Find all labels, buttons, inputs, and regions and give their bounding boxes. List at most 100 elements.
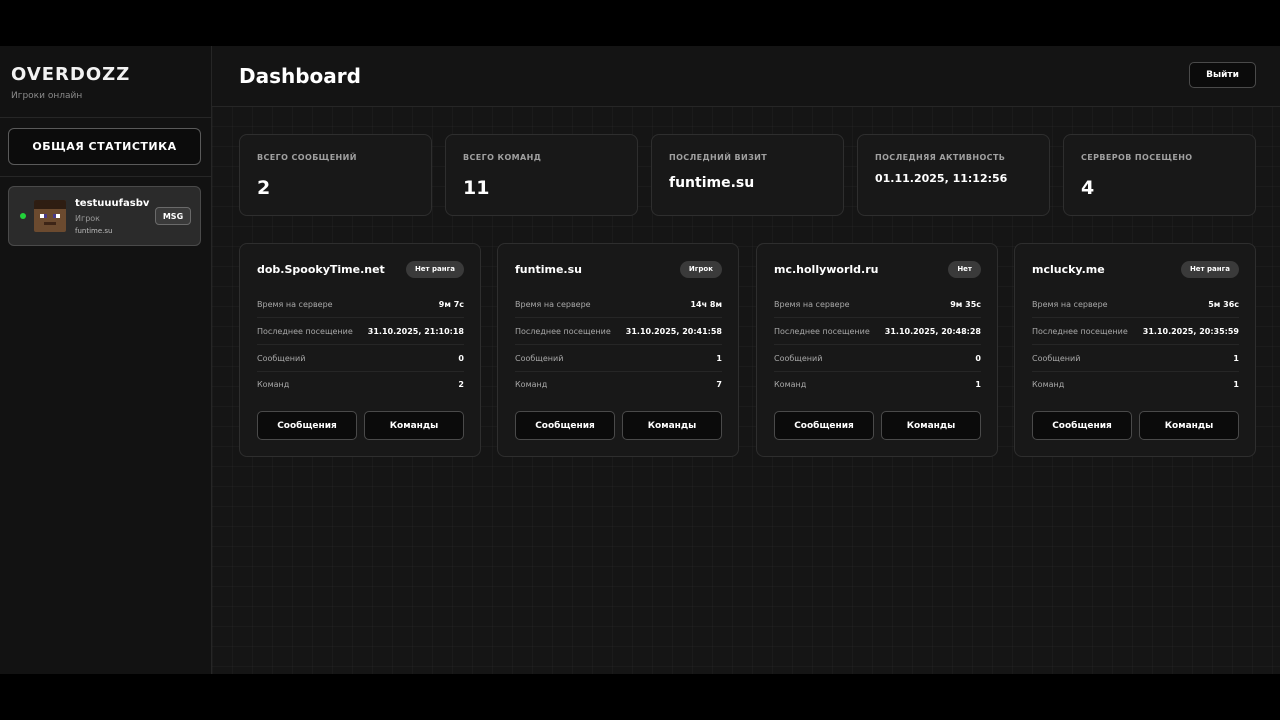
stat-row: Сообщений 1 — [515, 346, 722, 372]
stat-row: Время на сервере 14ч 8м — [515, 292, 722, 318]
rank-badge: Нет — [948, 261, 981, 278]
row-value: 0 — [458, 354, 464, 363]
stat-card-total-messages: ВСЕГО СООБЩЕНИЙ 2 — [239, 134, 432, 216]
row-value: 2 — [458, 380, 464, 389]
sidebar-divider — [0, 176, 211, 177]
row-value: 1 — [716, 354, 722, 363]
rank-badge: Нет ранга — [405, 261, 464, 278]
row-label: Время на сервере — [774, 300, 850, 309]
stat-row: Команд 7 — [515, 372, 722, 398]
row-label: Время на сервере — [257, 300, 333, 309]
stat-value: 01.11.2025, 11:12:56 — [875, 172, 1008, 185]
row-value: 1 — [1233, 380, 1239, 389]
main-content: Dashboard Выйти ВСЕГО СООБЩЕНИЙ 2 ВСЕГО … — [212, 46, 1280, 674]
row-label: Сообщений — [774, 354, 823, 363]
row-value: 9м 35с — [950, 300, 981, 309]
stat-row: Последнее посещение 31.10.2025, 20:35:59 — [1032, 319, 1239, 345]
stat-card-last-activity: ПОСЛЕДНЯЯ АКТИВНОСТЬ 01.11.2025, 11:12:5… — [857, 134, 1050, 216]
page-title: Dashboard — [239, 64, 361, 88]
stat-row: Команд 1 — [774, 372, 981, 398]
row-label: Сообщений — [1032, 354, 1081, 363]
header: Dashboard Выйти — [212, 46, 1280, 107]
stat-label: ПОСЛЕДНИЙ ВИЗИТ — [669, 153, 768, 162]
server-card: mclucky.me Нет ранга Время на сервере 5м … — [1014, 243, 1256, 457]
stat-row: Сообщений 0 — [774, 346, 981, 372]
stat-row: Сообщений 1 — [1032, 346, 1239, 372]
row-label: Сообщений — [257, 354, 306, 363]
row-label: Последнее посещение — [774, 327, 870, 336]
messages-button[interactable]: Сообщения — [774, 411, 874, 440]
stat-card-last-visit: ПОСЛЕДНИЙ ВИЗИТ funtime.su — [651, 134, 844, 216]
row-label: Команд — [1032, 380, 1065, 389]
server-card: funtime.su Игрок Время на сервере 14ч 8м … — [497, 243, 739, 457]
stat-card-servers-visited: СЕРВЕРОВ ПОСЕЩЕНО 4 — [1063, 134, 1256, 216]
stat-value: 2 — [257, 177, 271, 199]
app-window: OVERDOZZ Игроки онлайн ОБЩАЯ СТАТИСТИКА … — [0, 46, 1280, 674]
row-value: 9м 7с — [438, 300, 464, 309]
stat-row: Последнее посещение 31.10.2025, 21:10:18 — [257, 319, 464, 345]
player-server: funtime.su — [75, 227, 113, 235]
server-name: dob.SpookyTime.net — [257, 263, 385, 276]
stat-row: Время на сервере 9м 35с — [774, 292, 981, 318]
stat-label: СЕРВЕРОВ ПОСЕЩЕНО — [1081, 153, 1193, 162]
row-value: 0 — [975, 354, 981, 363]
server-card: dob.SpookyTime.net Нет ранга Время на се… — [239, 243, 481, 457]
commands-button[interactable]: Команды — [881, 411, 981, 440]
stat-label: ВСЕГО СООБЩЕНИЙ — [257, 153, 357, 162]
row-value: 14ч 8м — [690, 300, 722, 309]
row-label: Команд — [257, 380, 290, 389]
row-label: Команд — [774, 380, 807, 389]
player-name: testuuufasbv — [75, 198, 150, 209]
stat-value: 4 — [1081, 177, 1095, 199]
rank-badge: Нет ранга — [1180, 261, 1239, 278]
row-label: Сообщений — [515, 354, 564, 363]
row-value: 1 — [975, 380, 981, 389]
stat-row: Сообщений 0 — [257, 346, 464, 372]
player-role: Игрок — [75, 214, 100, 223]
stat-label: ВСЕГО КОМАНД — [463, 153, 542, 162]
server-name: funtime.su — [515, 263, 582, 276]
row-label: Последнее посещение — [1032, 327, 1128, 336]
stat-value: funtime.su — [669, 175, 755, 191]
commands-button[interactable]: Команды — [364, 411, 464, 440]
row-value: 5м 36с — [1208, 300, 1239, 309]
msg-button[interactable]: MSG — [155, 207, 191, 225]
row-label: Последнее посещение — [257, 327, 353, 336]
stat-label: ПОСЛЕДНЯЯ АКТИВНОСТЬ — [875, 153, 1006, 162]
brand-logo: OVERDOZZ — [11, 64, 131, 85]
messages-button[interactable]: Сообщения — [257, 411, 357, 440]
row-value: 7 — [716, 380, 722, 389]
commands-button[interactable]: Команды — [622, 411, 722, 440]
sidebar: OVERDOZZ Игроки онлайн ОБЩАЯ СТАТИСТИКА … — [0, 46, 212, 674]
stat-row: Последнее посещение 31.10.2025, 20:48:28 — [774, 319, 981, 345]
player-list-item[interactable]: testuuufasbv Игрок funtime.su MSG — [8, 186, 201, 246]
row-value: 1 — [1233, 354, 1239, 363]
server-name: mclucky.me — [1032, 263, 1105, 276]
stat-value: 11 — [463, 177, 490, 199]
sidebar-divider — [0, 117, 211, 118]
rank-badge: Игрок — [679, 261, 722, 278]
brand-subtitle: Игроки онлайн — [11, 91, 83, 101]
stat-row: Время на сервере 5м 36с — [1032, 292, 1239, 318]
row-label: Время на сервере — [515, 300, 591, 309]
stat-row: Команд 2 — [257, 372, 464, 398]
logout-button[interactable]: Выйти — [1189, 62, 1256, 88]
row-value: 31.10.2025, 20:41:58 — [625, 327, 722, 336]
server-name: mc.hollyworld.ru — [774, 263, 879, 276]
row-value: 31.10.2025, 21:10:18 — [367, 327, 464, 336]
row-value: 31.10.2025, 20:48:28 — [884, 327, 981, 336]
row-value: 31.10.2025, 20:35:59 — [1142, 327, 1239, 336]
messages-button[interactable]: Сообщения — [1032, 411, 1132, 440]
commands-button[interactable]: Команды — [1139, 411, 1239, 440]
row-label: Команд — [515, 380, 548, 389]
stat-card-total-commands: ВСЕГО КОМАНД 11 — [445, 134, 638, 216]
avatar — [34, 200, 66, 232]
row-label: Последнее посещение — [515, 327, 611, 336]
stat-row: Команд 1 — [1032, 372, 1239, 398]
general-stats-button[interactable]: ОБЩАЯ СТАТИСТИКА — [8, 128, 201, 165]
messages-button[interactable]: Сообщения — [515, 411, 615, 440]
stat-row: Время на сервере 9м 7с — [257, 292, 464, 318]
row-label: Время на сервере — [1032, 300, 1108, 309]
online-status-dot — [20, 213, 26, 219]
server-card: mc.hollyworld.ru Нет Время на сервере 9м … — [756, 243, 998, 457]
